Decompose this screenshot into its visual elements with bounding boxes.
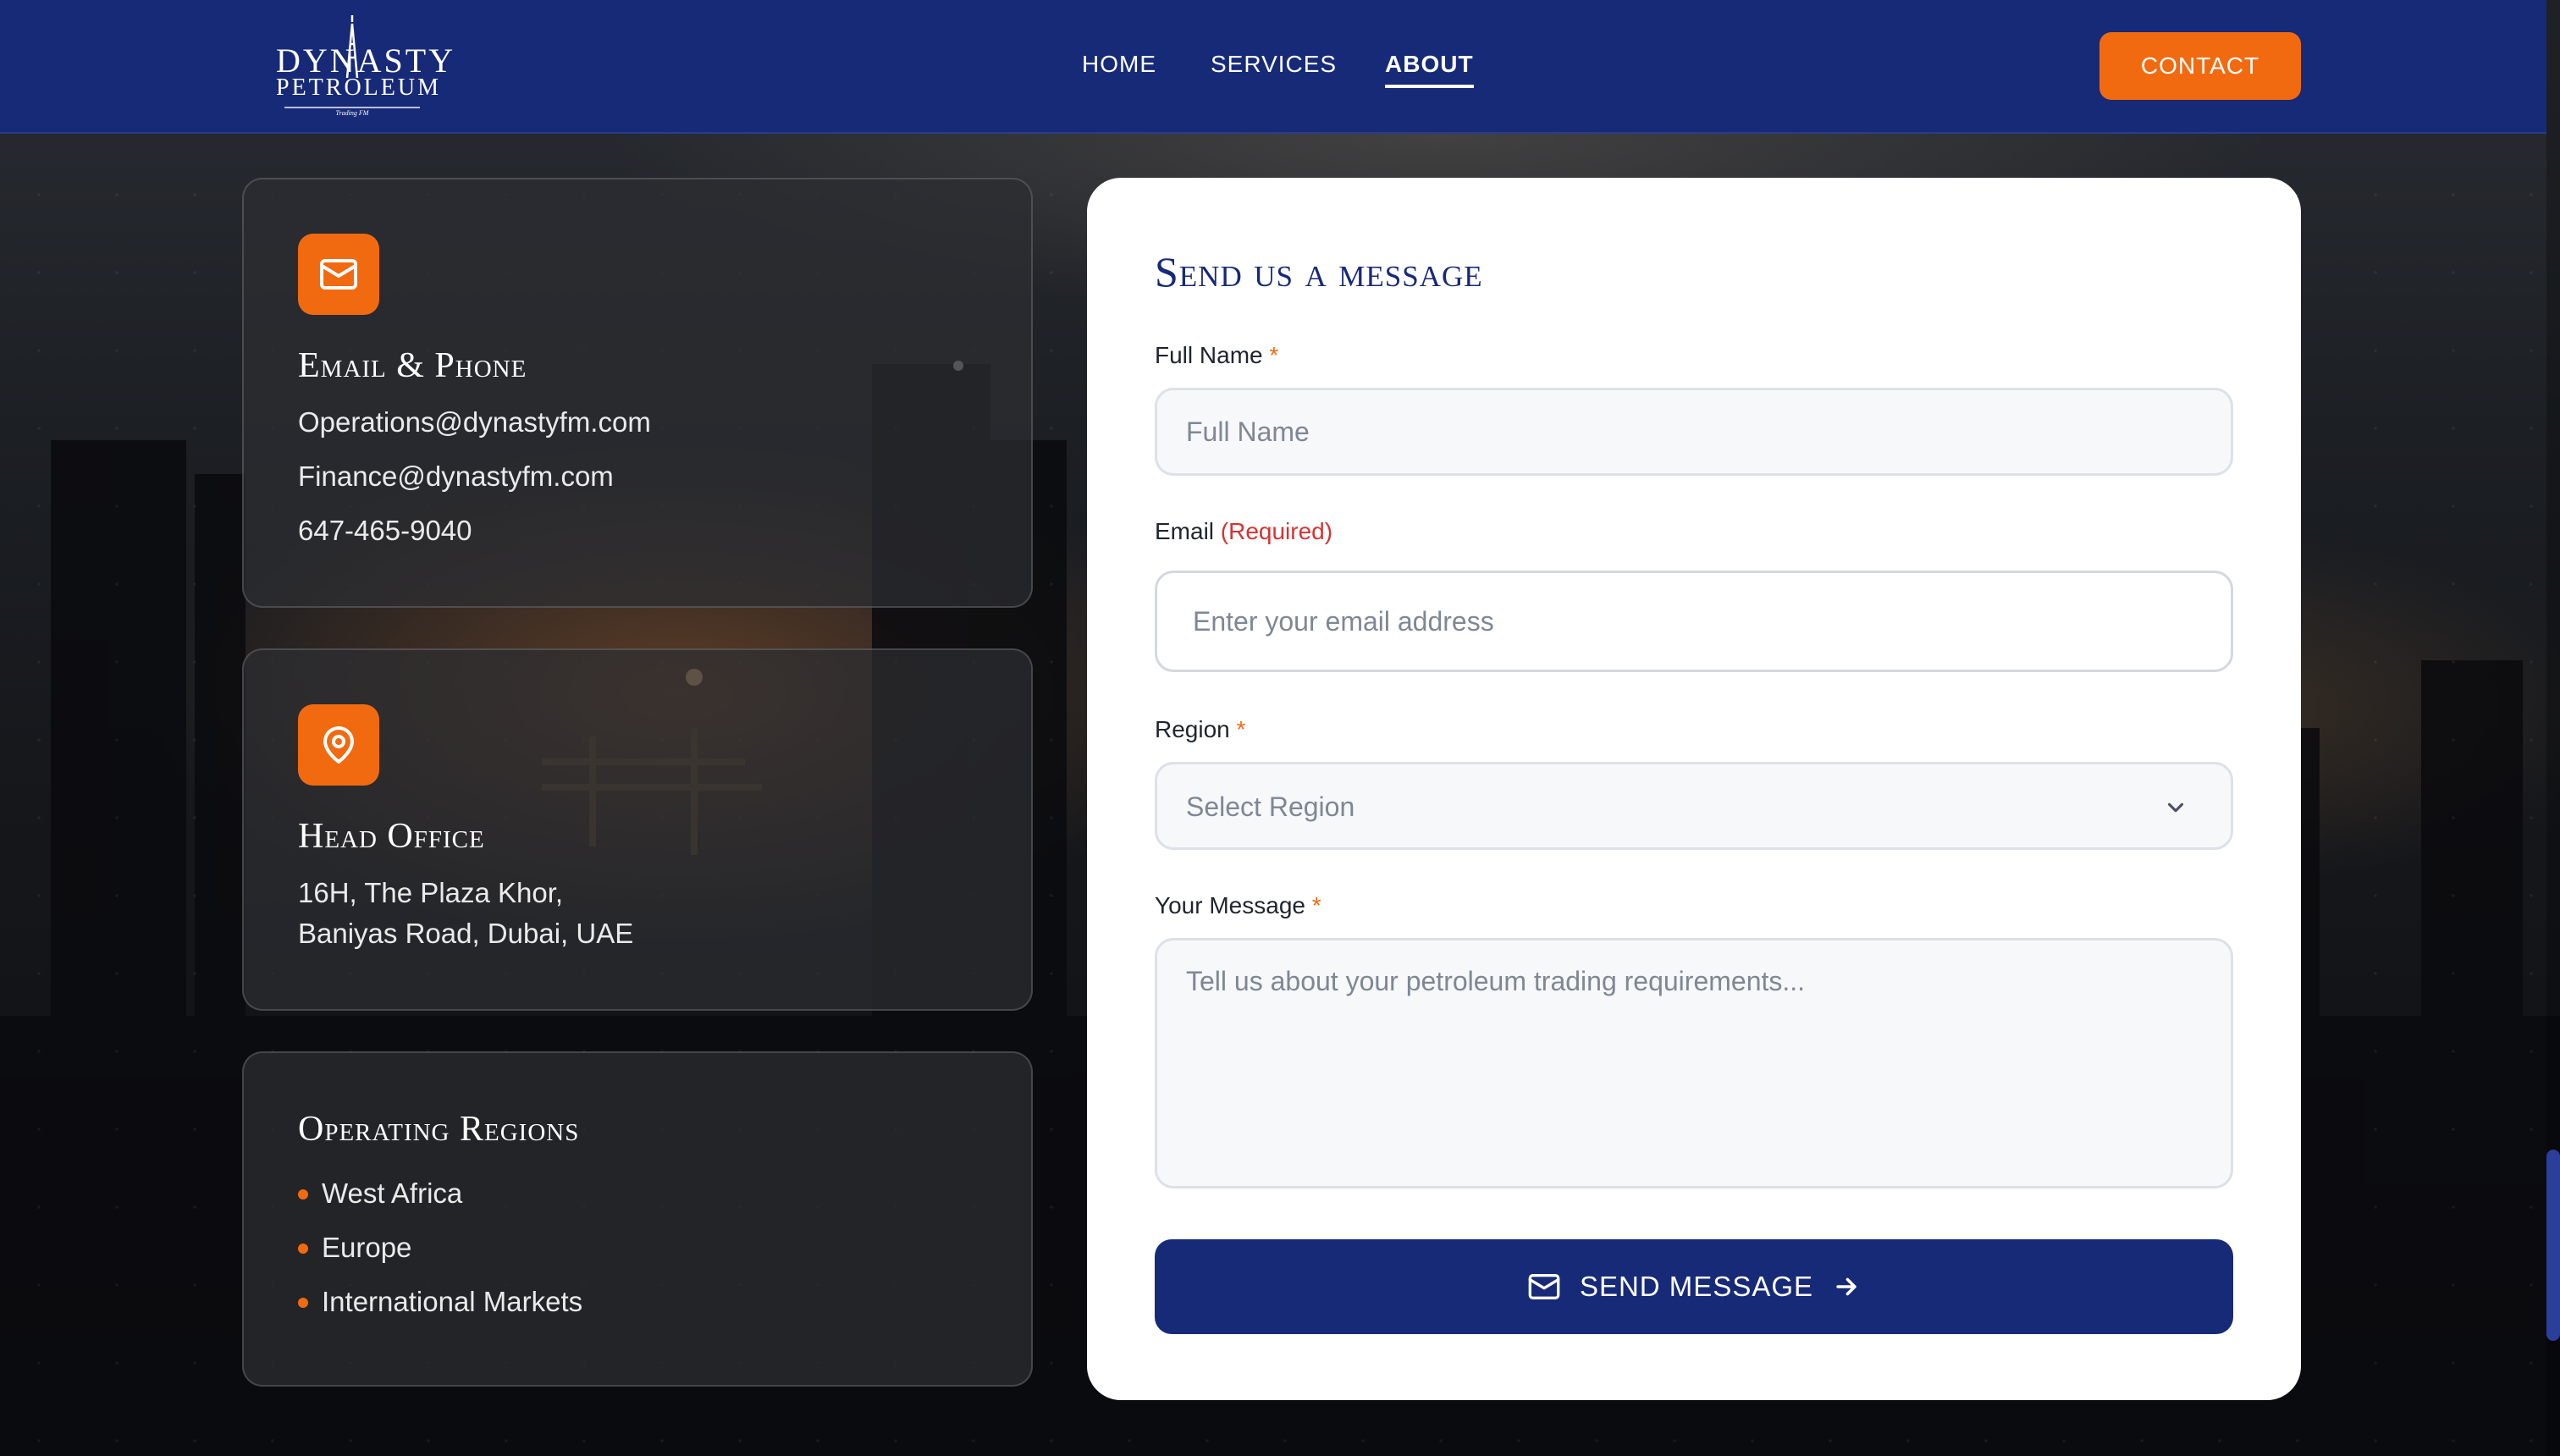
site-header: DYNASTY PETROLEUM Trading FM HOME SERVIC… (0, 0, 2546, 134)
operations-email[interactable]: Operations@dynastyfm.com (298, 406, 651, 438)
email-input[interactable] (1155, 571, 2233, 672)
brand-logo[interactable]: DYNASTY PETROLEUM Trading FM (276, 15, 453, 117)
address-line-1: 16H, The Plaza Khor, (298, 877, 564, 908)
email-icon-box (298, 234, 379, 315)
list-item: West Africa (298, 1177, 582, 1231)
list-item: International Markets (298, 1285, 582, 1339)
head-office-title: Head Office (298, 817, 485, 856)
message-textarea[interactable] (1155, 938, 2233, 1189)
logo-divider (284, 107, 420, 108)
brand-tagline: Trading FM (335, 109, 369, 117)
chevron-down-icon (2167, 802, 2184, 813)
address-line-2: Baniyas Road, Dubai, UAE (298, 918, 634, 949)
page-scrollbar-thumb[interactable] (2546, 1150, 2560, 1341)
region-select-placeholder: Select Region (1186, 791, 1355, 822)
regions-list: West Africa Europe International Markets (298, 1177, 582, 1339)
region-label: Region * (1155, 716, 1246, 742)
contact-form-panel: Send us a message Full Name * Email (Req… (1087, 178, 2301, 1400)
bullet-dot-icon (298, 1298, 308, 1308)
bullet-dot-icon (298, 1189, 308, 1200)
send-message-button[interactable]: SEND MESSAGE (1155, 1239, 2233, 1334)
finance-email[interactable]: Finance@dynastyfm.com (298, 461, 614, 493)
bullet-dot-icon (298, 1244, 308, 1254)
operating-regions-card: Operating Regions West Africa Europe Int… (242, 1051, 1033, 1387)
brand-name-line2: PETROLEUM (276, 74, 441, 101)
head-office-card: Head Office 16H, The Plaza Khor, Baniyas… (242, 648, 1033, 1011)
mail-icon (1528, 1274, 1560, 1299)
nav-home[interactable]: HOME (1082, 51, 1156, 78)
message-label: Your Message * (1155, 892, 1321, 918)
phone-number[interactable]: 647-465-9040 (298, 515, 472, 547)
email-phone-title: Email & Phone (298, 346, 527, 385)
full-name-label: Full Name * (1155, 342, 1279, 368)
email-phone-card: Email & Phone Operations@dynastyfm.com F… (242, 178, 1033, 608)
operating-regions-title: Operating Regions (298, 1110, 580, 1149)
contact-button[interactable]: CONTACT (2099, 32, 2301, 100)
list-item: Europe (298, 1231, 582, 1285)
nav-services[interactable]: SERVICES (1211, 51, 1337, 78)
email-label: Email (Required) (1155, 518, 1333, 544)
location-icon-box (298, 704, 379, 786)
arrow-right-icon (1836, 1277, 1857, 1296)
form-title: Send us a message (1155, 248, 1483, 295)
full-name-input[interactable] (1155, 388, 2233, 476)
send-message-label: SEND MESSAGE (1579, 1271, 1814, 1302)
mail-icon (320, 259, 357, 290)
map-pin-icon (323, 726, 354, 764)
region-select[interactable]: Select Region (1155, 762, 2233, 850)
nav-about[interactable]: ABOUT (1385, 51, 1474, 88)
